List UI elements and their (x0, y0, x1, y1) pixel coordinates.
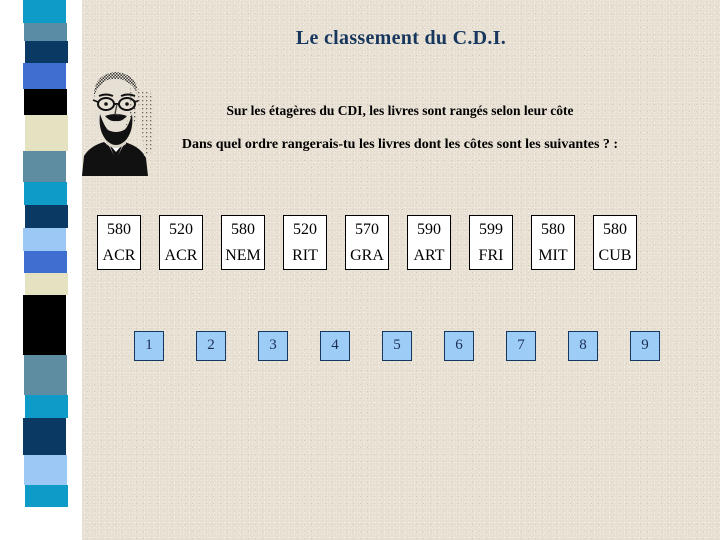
order-slot-1[interactable]: 1 (134, 331, 164, 361)
stripe-segment (25, 485, 68, 507)
stripe-segment (23, 151, 66, 182)
cote-letters: NEM (225, 247, 261, 264)
stripe-segment (23, 0, 66, 23)
stripe-segment (25, 205, 68, 228)
cote-letters: ACR (102, 247, 136, 264)
stripe-segment (24, 182, 67, 205)
order-slot-6[interactable]: 6 (444, 331, 474, 361)
cote-letters: ART (413, 247, 445, 264)
cote-letters: FRI (478, 247, 504, 264)
cote-card[interactable]: 580 MIT (531, 215, 575, 270)
order-slot-7[interactable]: 7 (506, 331, 536, 361)
cote-letters: ACR (164, 247, 198, 264)
stripe-segment (23, 418, 66, 455)
cote-number: 590 (417, 221, 441, 238)
cote-number: 580 (107, 221, 131, 238)
cote-letters: RIT (292, 247, 318, 264)
cote-number: 580 (231, 221, 255, 238)
order-slot-5[interactable]: 5 (382, 331, 412, 361)
stripe-segment (24, 89, 67, 115)
cote-number: 580 (603, 221, 627, 238)
order-slot-8[interactable]: 8 (568, 331, 598, 361)
order-slot-4[interactable]: 4 (320, 331, 350, 361)
stripe-segment (24, 455, 67, 485)
prompt-line-2: Dans quel ordre rangerais-tu les livres … (181, 137, 619, 152)
order-slot-3[interactable]: 3 (258, 331, 288, 361)
stripe-segment (23, 228, 66, 251)
cote-number: 599 (479, 221, 503, 238)
stripe-segment (25, 115, 68, 151)
slide-canvas: Le classement du C.D.I. Sur les étagères… (0, 0, 720, 540)
order-slot-row: 1 2 3 4 5 6 7 8 9 (134, 331, 694, 362)
cote-card-row: 580 ACR 520 ACR 580 NEM 520 RIT 570 GRA 590 ART 599 F… (97, 215, 697, 272)
cote-number: 520 (293, 221, 317, 238)
cote-card[interactable]: 580 NEM (221, 215, 265, 270)
stripe-segment (25, 395, 68, 418)
cote-card[interactable]: 580 CUB (593, 215, 637, 270)
cote-card[interactable]: 599 FRI (469, 215, 513, 270)
cote-number: 520 (169, 221, 193, 238)
decorative-stripe-band (0, 0, 82, 540)
cote-letters: GRA (350, 247, 384, 264)
order-slot-2[interactable]: 2 (196, 331, 226, 361)
stripe-segment (25, 273, 68, 295)
cote-letters: CUB (598, 247, 632, 264)
cote-card[interactable]: 580 ACR (97, 215, 141, 270)
stripe-segment (23, 295, 66, 355)
prompt-line-1: Sur les étagères du CDI, les livres sont… (226, 103, 574, 118)
cote-number: 580 (541, 221, 565, 238)
cote-card[interactable]: 520 RIT (283, 215, 327, 270)
stripe-segment (23, 63, 66, 89)
cote-letters: MIT (538, 247, 568, 264)
stripe-segment (24, 23, 67, 41)
cote-number: 570 (355, 221, 379, 238)
cote-card[interactable]: 590 ART (407, 215, 451, 270)
stripe-segment (24, 355, 67, 395)
order-slot-9[interactable]: 9 (630, 331, 660, 361)
stripe-segment (24, 251, 67, 273)
cote-card[interactable]: 570 GRA (345, 215, 389, 270)
portrait-engraving-icon (74, 64, 158, 176)
cote-card[interactable]: 520 ACR (159, 215, 203, 270)
stripe-segment (25, 41, 68, 63)
page-title: Le classement du C.D.I. (295, 27, 507, 49)
